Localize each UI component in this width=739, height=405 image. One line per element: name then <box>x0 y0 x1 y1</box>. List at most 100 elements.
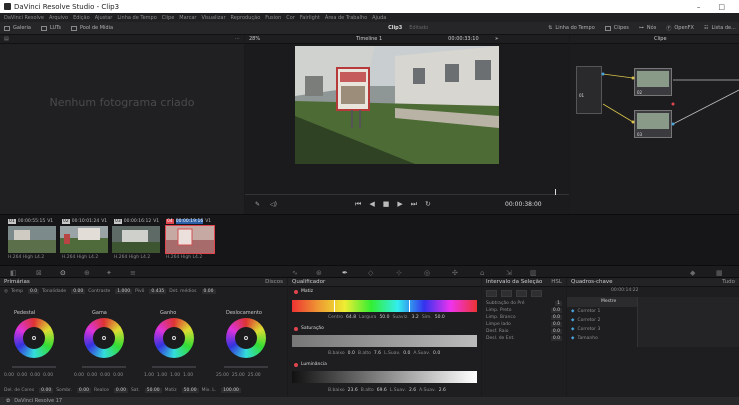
lift-b[interactable]: 0.00 <box>43 373 53 378</box>
clip-thumbnail[interactable] <box>8 226 56 253</box>
curves-icon[interactable]: ∿ <box>292 269 298 277</box>
gain-master-slider[interactable] <box>152 366 196 368</box>
draw-tool-icon[interactable]: ✎ <box>255 201 260 208</box>
menu-item[interactable]: Ajuda <box>372 15 386 21</box>
keyframes-timeline-area[interactable] <box>637 297 739 347</box>
color-match-icon[interactable]: ⊠ <box>36 269 42 277</box>
key-icon[interactable]: ⌂ <box>480 269 484 277</box>
timeline-name[interactable]: Timeline 1 <box>356 36 382 42</box>
menu-item[interactable]: Clipe <box>162 15 175 21</box>
lift-y[interactable]: 0.00 <box>4 373 14 378</box>
warper-icon[interactable]: ⊛ <box>316 269 322 277</box>
gamma-y[interactable]: 0.00 <box>74 373 84 378</box>
clip-thumbnail-selected[interactable] <box>165 225 215 254</box>
menu-item[interactable]: Ajustar <box>95 15 113 21</box>
primaries-mode[interactable]: Discos <box>265 279 283 285</box>
keyframes-icon[interactable]: ◆ <box>690 269 695 277</box>
keyer-row-value[interactable]: 0.0 <box>550 315 562 320</box>
timeline-lut-button[interactable]: ⇅ Linha do Tempo <box>548 25 595 31</box>
tracker-icon[interactable]: ⊹ <box>396 269 402 277</box>
node-mode[interactable]: Clipe <box>654 36 667 42</box>
menu-item[interactable]: Linha de Tempo <box>117 15 156 21</box>
qualifier-icon[interactable]: ✒ <box>342 269 348 277</box>
luminance-enable-icon[interactable] <box>294 362 298 367</box>
menu-item[interactable]: Visualizar <box>201 15 225 21</box>
lift-wheel[interactable] <box>14 318 54 358</box>
lift-master-slider[interactable] <box>12 366 56 368</box>
gallery-options-icon[interactable]: ⋯ <box>235 36 240 42</box>
qualifier-mode[interactable]: HSL <box>551 279 562 285</box>
temp-value[interactable]: 0.0 <box>27 289 40 294</box>
lum-high-value[interactable]: 69.6 <box>377 388 387 393</box>
saturation-gradient[interactable] <box>292 335 477 347</box>
color-boost-value[interactable]: 0.00 <box>39 388 54 393</box>
luts-button[interactable]: LUTs <box>40 25 61 31</box>
play-reverse-icon[interactable]: ◀ <box>369 200 374 209</box>
skip-forward-icon[interactable]: ⏭ <box>411 200 417 209</box>
rgb-mixer-icon[interactable]: ⊕ <box>84 269 90 277</box>
gamma-g[interactable]: 0.00 <box>100 373 110 378</box>
sat-hsoft-value[interactable]: 0.0 <box>433 351 440 356</box>
hue-soft-value[interactable]: 3.2 <box>412 315 419 320</box>
play-icon[interactable]: ▶ <box>397 200 402 209</box>
minimize-button[interactable]: – <box>697 3 701 11</box>
maximize-button[interactable]: □ <box>718 3 725 11</box>
hue-width-value[interactable]: 50.0 <box>379 315 389 320</box>
gamma-b[interactable]: 0.00 <box>113 373 123 378</box>
3d-icon[interactable]: ▥ <box>530 269 537 277</box>
menu-item[interactable]: Arquivo <box>49 15 68 21</box>
lum-lsoft-value[interactable]: 2.6 <box>409 388 416 393</box>
hue-enable-icon[interactable] <box>294 289 298 294</box>
blur-icon[interactable]: ✣ <box>452 269 458 277</box>
magic-mask-icon[interactable]: ◎ <box>424 269 430 277</box>
keyframes-filter[interactable]: Tudo <box>722 279 735 285</box>
audio-icon[interactable]: ◁) <box>270 201 277 208</box>
menu-item[interactable]: Edição <box>73 15 90 21</box>
keyframe-track[interactable]: ◆ Corretor 2 <box>571 318 600 323</box>
keyer-row-value[interactable]: 0.0 <box>550 308 562 313</box>
scrubber-track[interactable] <box>245 194 569 195</box>
sizing-icon[interactable]: ⇲ <box>506 269 512 277</box>
hue-sym-value[interactable]: 50.0 <box>435 315 445 320</box>
nodes-button[interactable]: ⊶ Nós <box>639 25 656 31</box>
zoom-level[interactable]: 28% <box>249 36 260 42</box>
hue-value[interactable]: 50.00 <box>181 388 199 393</box>
offset-g[interactable]: 25.00 <box>232 373 245 378</box>
offset-r[interactable]: 25.00 <box>216 373 229 378</box>
clip-thumbnail[interactable] <box>112 226 160 253</box>
hdr-icon[interactable]: ≡ <box>130 269 136 277</box>
luminance-gradient[interactable] <box>292 371 477 383</box>
picker-minus-icon[interactable] <box>501 290 512 297</box>
shadows-value[interactable]: 0.00 <box>76 388 91 393</box>
lift-g[interactable]: 0.00 <box>30 373 40 378</box>
scopes-icon[interactable]: ▦ <box>716 269 723 277</box>
gain-wheel[interactable] <box>154 318 194 358</box>
clips-button[interactable]: Clipes <box>604 25 629 31</box>
keyframe-track[interactable]: ◆ Corretor 3 <box>571 327 600 332</box>
playhead[interactable] <box>555 189 556 195</box>
loop-icon[interactable]: ↻ <box>425 200 431 209</box>
menu-item[interactable]: DaVinci Resolve <box>4 15 44 21</box>
offset-master-slider[interactable] <box>224 366 268 368</box>
saturation-enable-icon[interactable] <box>294 326 298 331</box>
pointer-icon[interactable]: ➤ <box>495 36 499 42</box>
lum-hsoft-value[interactable]: 2.6 <box>439 388 446 393</box>
sat-high-value[interactable]: 7.6 <box>374 351 381 356</box>
offset-b[interactable]: 25.00 <box>248 373 261 378</box>
tint-value[interactable]: 0.00 <box>71 289 86 294</box>
gamma-r[interactable]: 0.00 <box>87 373 97 378</box>
lum-mix-value[interactable]: 100.00 <box>221 388 241 393</box>
openfx-button[interactable]: Ⓕ OpenFX <box>666 25 694 32</box>
menu-item[interactable]: Área de Trabalho <box>325 15 367 21</box>
keyframe-track[interactable]: ◆ Tamanho <box>571 336 598 341</box>
gain-g[interactable]: 1.00 <box>170 373 180 378</box>
keyer-row-value[interactable]: 0.0 <box>550 322 562 327</box>
gallery-button[interactable]: Galeria <box>4 25 31 31</box>
menu-item[interactable]: Cor <box>286 15 295 21</box>
gamma-wheel[interactable] <box>84 318 124 358</box>
keyframe-track[interactable]: ◆ Corretor 1 <box>571 309 600 314</box>
sat-low-value[interactable]: 0.0 <box>348 351 355 356</box>
clip-thumbnail[interactable] <box>60 226 108 253</box>
gallery-view-icon[interactable]: ▤ <box>4 36 9 42</box>
saturation-value[interactable]: 50.00 <box>144 388 162 393</box>
